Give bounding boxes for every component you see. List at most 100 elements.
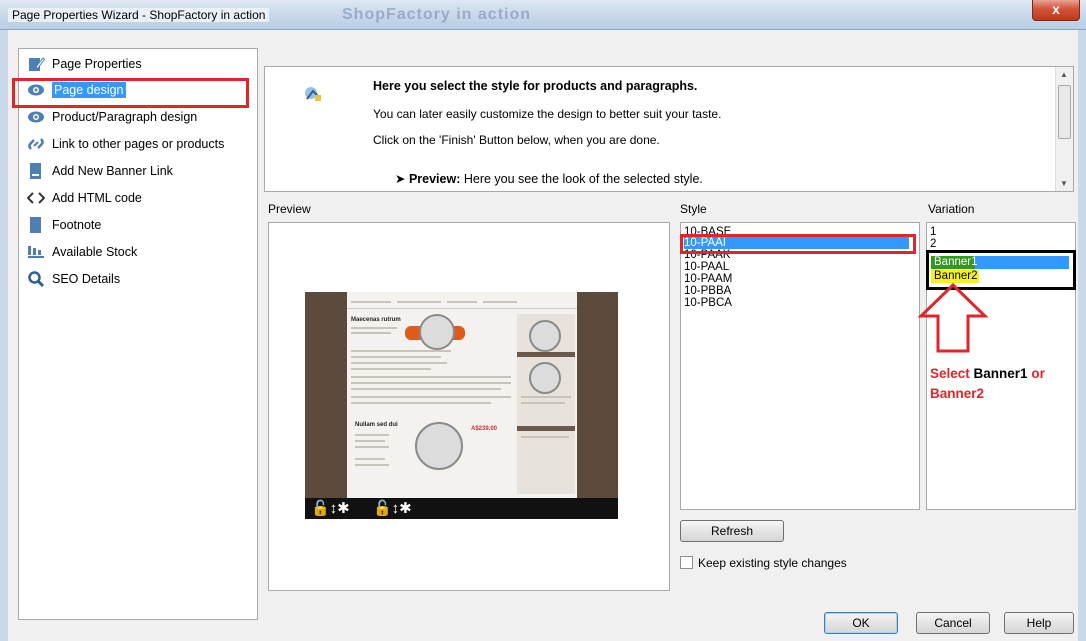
close-button[interactable]: x	[1032, 0, 1080, 21]
bullet-arrow-icon: ➤	[395, 172, 409, 186]
preview-side-watch-2	[529, 362, 561, 394]
nav-item-product-paragraph-design[interactable]: Product/Paragraph design	[27, 106, 197, 128]
nav-item-available-stock[interactable]: Available Stock	[27, 241, 137, 263]
bullet-text: Here you see the look of the selected st…	[460, 172, 703, 186]
dialog-client-area: Page Properties Page design Product/Para…	[8, 30, 1078, 641]
preview-text-line	[351, 388, 501, 390]
preview-text-line	[521, 402, 565, 404]
preview-text-line	[351, 327, 397, 329]
preview-text-line	[355, 458, 385, 460]
preview-watch-face-2	[415, 422, 463, 470]
annotation-or: or	[1031, 366, 1045, 381]
style-list-item[interactable]: 10-PAAL	[684, 261, 729, 273]
keep-style-changes-checkbox[interactable]	[680, 556, 693, 569]
help-button[interactable]: Help	[1004, 612, 1074, 634]
preview-text-line	[351, 382, 511, 384]
preview-side-watch	[529, 320, 561, 352]
title-bar: Page Properties Wizard - ShopFactory in …	[0, 0, 1086, 30]
wizard-icon	[303, 85, 323, 103]
variation-list-item[interactable]: 2	[930, 238, 936, 250]
style-selection-highlight-box	[680, 234, 916, 254]
link-icon	[27, 135, 45, 153]
preview-watch-face	[419, 314, 455, 350]
annotation-banner1: Banner1	[973, 366, 1028, 381]
preview-heading-2: Nullam sed dui	[355, 422, 398, 428]
preview-text-line	[351, 332, 391, 334]
bullet-bold: Preview:	[408, 172, 461, 186]
preview-text-line	[351, 356, 441, 358]
cancel-button[interactable]: Cancel	[916, 612, 990, 634]
close-icon: x	[1052, 1, 1060, 17]
preview-nav-bar	[347, 298, 577, 309]
preview-bottom-glyphs-1: 🔓↕✱	[311, 500, 350, 517]
preview-label: Preview	[268, 202, 311, 216]
style-label: Style	[680, 202, 707, 216]
preview-text-line	[521, 436, 569, 438]
wizard-nav-list: Page Properties Page design Product/Para…	[18, 48, 258, 620]
footnote-icon	[27, 216, 45, 234]
preview-heading: Maecenas rutrum	[351, 317, 401, 323]
preview-text-line	[355, 446, 389, 448]
variation-list-item[interactable]: 1	[930, 226, 936, 238]
window-title-ghost: ShopFactory in action	[342, 6, 532, 23]
nav-item-add-banner-link[interactable]: Add New Banner Link	[27, 160, 173, 182]
ok-button[interactable]: OK	[824, 612, 898, 634]
preview-text-line	[351, 396, 511, 398]
annotation-banner2: Banner2	[930, 386, 985, 401]
nav-item-footnote[interactable]: Footnote	[27, 214, 101, 236]
description-scrollbar[interactable]: ▲ ▼	[1055, 67, 1073, 191]
nav-item-page-properties[interactable]: Page Properties	[27, 53, 142, 75]
preview-price: A$239.00	[471, 426, 498, 432]
preview-text-line	[351, 301, 391, 303]
banner-icon	[27, 162, 45, 180]
scroll-up-icon[interactable]: ▲	[1060, 70, 1068, 79]
nav-item-add-html-code[interactable]: Add HTML code	[26, 187, 142, 209]
nav-item-label: SEO Details	[52, 272, 121, 286]
page-design-highlight-box	[12, 78, 249, 108]
scroll-thumb[interactable]	[1058, 85, 1071, 139]
description-heading: Here you select the style for products a…	[373, 79, 698, 93]
nav-item-label: Add HTML code	[52, 191, 142, 205]
stock-bars-icon	[27, 243, 45, 261]
nav-item-label: Link to other pages or products	[52, 137, 225, 151]
nav-item-label: Available Stock	[52, 245, 138, 259]
search-icon	[27, 270, 45, 288]
preview-side-bar	[517, 426, 575, 431]
window-frame-right	[1078, 30, 1086, 641]
style-list[interactable]: 10-BASE 10-PAAI 10-PAAK 10-PAAL 10-PAAM …	[680, 222, 920, 510]
refresh-button[interactable]: Refresh	[680, 520, 784, 542]
code-brackets-icon	[26, 189, 46, 207]
preview-text-line	[351, 368, 431, 370]
preview-text-line	[397, 301, 441, 303]
preview-text-line	[355, 464, 389, 466]
nav-item-label: Product/Paragraph design	[52, 110, 198, 124]
description-bullet-preview: ➤ Preview: Here you see the look of the …	[395, 171, 703, 186]
nav-item-label: Add New Banner Link	[52, 164, 173, 178]
preview-text-line	[351, 376, 511, 378]
preview-side-bar	[517, 352, 575, 357]
description-pane: Here you select the style for products a…	[264, 66, 1074, 192]
scroll-down-icon[interactable]: ▼	[1060, 179, 1068, 188]
description-line-1: You can later easily customize the desig…	[373, 107, 722, 121]
preview-bottom-glyphs-2: 🔓↕✱	[373, 500, 412, 517]
preview-page: Maecenas rutrum Nullam sed dui A$239.00	[347, 292, 577, 502]
eye-icon	[27, 108, 45, 126]
preview-text-line	[351, 350, 451, 352]
preview-text-line	[351, 362, 447, 364]
nav-item-label: Footnote	[52, 218, 102, 232]
preview-text-line	[355, 440, 385, 442]
variation-label: Variation	[928, 202, 975, 216]
nav-item-link-pages[interactable]: Link to other pages or products	[27, 133, 224, 155]
nav-item-seo-details[interactable]: SEO Details	[27, 268, 120, 290]
style-list-item[interactable]: 10-PBBA	[684, 285, 731, 297]
preview-thumbnail: Maecenas rutrum Nullam sed dui A$239.00	[305, 292, 618, 519]
style-list-item[interactable]: 10-PAAM	[684, 273, 732, 285]
pencil-page-icon	[27, 55, 46, 73]
keep-style-changes-label: Keep existing style changes	[698, 556, 847, 570]
preview-text-line	[483, 301, 517, 303]
preview-text-line	[447, 301, 477, 303]
style-list-item[interactable]: 10-PBCA	[684, 297, 732, 309]
description-line-2: Click on the 'Finish' Button below, when…	[373, 133, 660, 147]
preview-bottom-bar: 🔓↕✱ 🔓↕✱	[305, 498, 618, 519]
window-title: Page Properties Wizard - ShopFactory in …	[8, 8, 270, 22]
